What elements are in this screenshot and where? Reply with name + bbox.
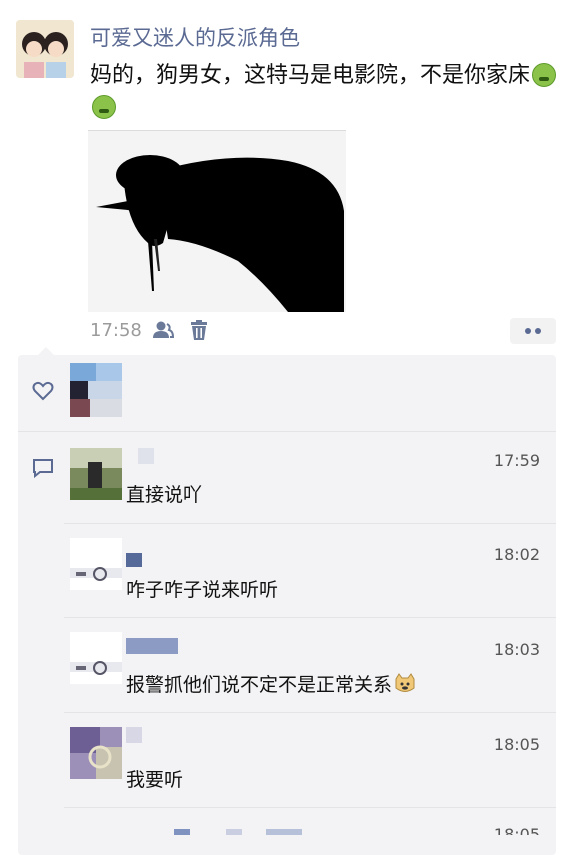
comment-avatar[interactable] [70,448,122,500]
comment-divider [64,807,556,808]
post-username[interactable]: 可爱又迷人的反派角色 [90,22,300,52]
comment-text[interactable]: 咋子咋子说来听听 [126,575,278,602]
doge-emoji-icon [395,673,415,692]
post-text-content: 妈的，狗男女，这特马是电影院，不是你家床 [90,63,531,88]
like-avatar[interactable] [70,363,122,417]
comment-time: 18:05 [493,735,540,754]
post-time: 17:58 [90,320,142,341]
commenter-name[interactable] [126,727,186,743]
comment-time: 18:02 [493,545,540,564]
comment-time: 18:03 [493,640,540,659]
comment-avatar[interactable] [70,538,122,590]
comment-text[interactable]: 直接说吖 [126,480,202,507]
comment-avatar[interactable] [70,829,122,835]
comment-text[interactable]: 报警抓他们说不定不是正常关系 [126,670,416,697]
commenter-name[interactable] [126,553,166,569]
user-avatar[interactable] [16,20,74,78]
friends-visibility-icon[interactable] [152,319,174,341]
trash-icon[interactable] [188,319,210,341]
commenter-name[interactable] [126,638,186,654]
more-dots-icon [525,328,541,334]
moment-post: 可爱又迷人的反派角色 妈的，狗男女，这特马是电影院，不是你家床 17:58 [0,0,576,350]
comments-notch [38,347,54,355]
nauseated-face-emoji-icon [92,95,116,119]
commenter-name[interactable] [126,448,166,464]
comment-avatar[interactable] [70,727,122,779]
comment-time: 17:59 [493,451,540,470]
comment-text[interactable]: 我要听 [126,765,183,792]
nauseated-face-emoji-icon [532,63,557,87]
post-photo[interactable] [88,130,346,312]
comment-divider [64,617,556,618]
comment-avatar[interactable] [70,632,122,684]
comment-time: 18:05 [493,825,540,835]
comment-divider [64,523,556,524]
post-text: 妈的，狗男女，这特马是电影院，不是你家床 [90,60,560,124]
comment-divider [64,712,556,713]
comment-text-content: 报警抓他们说不定不是正常关系 [126,674,393,696]
comment-icon [33,459,53,478]
commenter-name[interactable] [126,829,326,845]
heart-icon [32,381,54,401]
more-options-button[interactable] [510,318,556,344]
likes-divider [18,431,556,432]
comments-section: 17:59 直接说吖 18:02 咋子咋子说来听听 18:03 报警抓他们说不定… [18,347,556,855]
